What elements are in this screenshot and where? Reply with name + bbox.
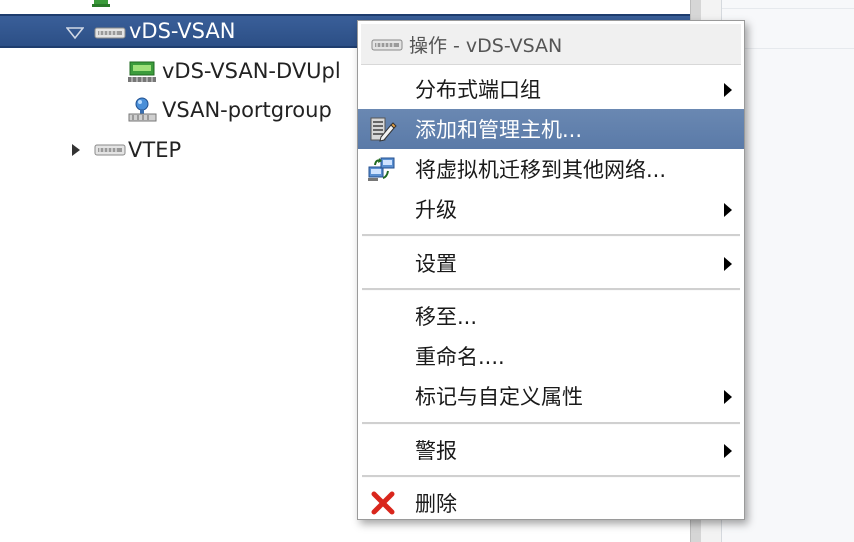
actions-context-menu: 操作 - vDS-VSAN 分布式端口组 添加和管理主机... 将虚拟机迁移到其… [357, 20, 745, 520]
menu-separator [362, 422, 740, 425]
add-manage-hosts-icon [370, 117, 397, 142]
collapse-triangle-icon[interactable] [70, 143, 82, 157]
menu-item-label: 添加和管理主机... [415, 118, 583, 142]
menu-item-label: 将虚拟机迁移到其他网络... [415, 158, 667, 182]
menu-item-add-manage-hosts[interactable]: 添加和管理主机... [358, 109, 744, 149]
menu-item-label: 设置 [415, 252, 457, 276]
uplink-portgroup-icon [128, 61, 156, 82]
menu-item-label: 升级 [415, 198, 457, 222]
tree-item-label: VSAN-portgroup [162, 98, 332, 122]
menu-item-rename[interactable]: 重命名.... [358, 336, 744, 376]
expand-triangle-icon[interactable] [66, 26, 84, 40]
network-icon [92, 0, 110, 7]
tree-item-label: vDS-VSAN-DVUpl [162, 59, 341, 83]
delete-x-icon [371, 491, 395, 515]
menu-item-label: 删除 [415, 492, 457, 516]
submenu-arrow-icon [724, 444, 732, 458]
vsphere-client-window: vDS-VSAN vDS-VSAN-DVUpl VSAN-portgroup V… [0, 0, 854, 542]
menu-separator [362, 288, 740, 291]
menu-item-settings[interactable]: 设置 [358, 243, 744, 283]
submenu-arrow-icon [724, 390, 732, 404]
menu-item-label: 移至... [415, 305, 478, 329]
menu-item-move-to[interactable]: 移至... [358, 296, 744, 336]
menu-item-upgrade[interactable]: 升级 [358, 189, 744, 229]
distributed-switch-icon [371, 39, 403, 51]
menu-item-label: 分布式端口组 [415, 78, 541, 102]
distributed-switch-icon [94, 144, 126, 156]
submenu-arrow-icon [724, 203, 732, 217]
menu-item-tags-custom-attributes[interactable]: 标记与自定义属性 [358, 376, 744, 416]
submenu-arrow-icon [724, 83, 732, 97]
tree-item-label: VTEP [128, 138, 182, 162]
menu-item-label: 重命名.... [415, 345, 505, 369]
submenu-arrow-icon [724, 257, 732, 271]
tree-item-label: vDS-VSAN [129, 19, 236, 43]
migrate-vm-network-icon [368, 157, 395, 181]
menu-item-alarms[interactable]: 警报 [358, 430, 744, 470]
menu-header: 操作 - vDS-VSAN [361, 24, 741, 65]
menu-header-title: 操作 - vDS-VSAN [409, 34, 563, 57]
menu-item-delete[interactable]: 删除 [358, 483, 744, 523]
menu-separator [362, 234, 740, 237]
distributed-switch-icon [94, 27, 126, 39]
portgroup-icon [128, 97, 157, 122]
menu-separator [362, 475, 740, 478]
divider [722, 8, 854, 9]
menu-item-migrate-vm-network[interactable]: 将虚拟机迁移到其他网络... [358, 149, 744, 189]
menu-item-distributed-port-group[interactable]: 分布式端口组 [358, 69, 744, 109]
menu-item-label: 警报 [415, 439, 457, 463]
menu-item-label: 标记与自定义属性 [415, 385, 583, 409]
